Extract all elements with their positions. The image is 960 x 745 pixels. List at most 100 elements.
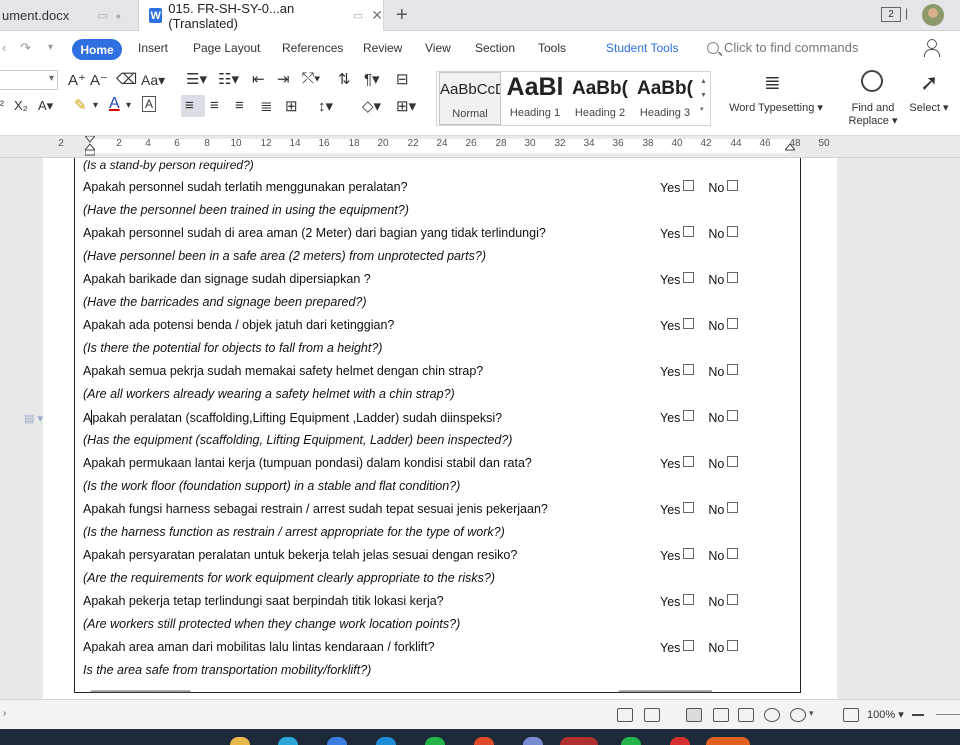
- menu-section[interactable]: Section: [475, 41, 515, 55]
- dropdown-icon[interactable]: ▾: [48, 42, 53, 53]
- horizontal-ruler[interactable]: 2 2 4 6 8 10 12 14 16 18 20 22 24 26 28 30 32 34 36 38 40 42 4…: [0, 136, 960, 158]
- window-icon[interactable]: ▭: [353, 9, 363, 22]
- zoom-slider[interactable]: [936, 714, 960, 715]
- font-color-icon[interactable]: A: [109, 95, 120, 113]
- dropdown-icon[interactable]: ▾: [126, 100, 131, 111]
- yes-checkbox[interactable]: [683, 548, 695, 559]
- tab-stops-icon[interactable]: ⊟: [396, 70, 409, 88]
- yes-checkbox[interactable]: [683, 364, 695, 375]
- no-checkbox[interactable]: [727, 640, 739, 651]
- app-icon[interactable]: [706, 737, 750, 745]
- zoom-level[interactable]: 100% ▾: [867, 708, 904, 721]
- no-checkbox[interactable]: [727, 180, 739, 191]
- focus-mode-icon[interactable]: [644, 708, 660, 722]
- clear-format-icon[interactable]: ⌫: [116, 70, 137, 88]
- navigation-icon[interactable]: ▤ ▾: [24, 412, 43, 425]
- whatsapp-icon[interactable]: [425, 737, 445, 745]
- align-center-icon[interactable]: ≡: [210, 97, 219, 114]
- no-checkbox[interactable]: [727, 226, 739, 237]
- decrease-indent-icon[interactable]: ⇤: [252, 70, 265, 88]
- styles-scroll[interactable]: ▲ ▼ ▾: [700, 75, 709, 117]
- menu-review[interactable]: Review: [363, 41, 402, 55]
- chevron-right-icon[interactable]: ›: [3, 708, 6, 719]
- yes-checkbox[interactable]: [683, 456, 695, 467]
- word-typesetting-button[interactable]: Word Typesetting ▾: [724, 102, 828, 115]
- yes-checkbox[interactable]: [683, 226, 695, 237]
- person-icon[interactable]: [922, 39, 940, 57]
- menu-tools[interactable]: Tools: [538, 41, 566, 55]
- document-tab-active[interactable]: W 015. FR-SH-SY-0...an (Translated) ▭ ✕: [138, 0, 384, 31]
- no-checkbox[interactable]: [727, 364, 739, 375]
- read-mode-icon[interactable]: [617, 708, 633, 722]
- highlight-icon[interactable]: ✎: [74, 96, 87, 114]
- paragraph-mark-icon[interactable]: ¶▾: [364, 70, 380, 88]
- text-effect-icon[interactable]: A▾: [38, 98, 53, 114]
- numbering-icon[interactable]: ☷▾: [218, 70, 239, 88]
- yes-checkbox[interactable]: [683, 502, 695, 513]
- select-button[interactable]: Select ▾: [906, 102, 952, 115]
- zoom-out-icon[interactable]: [912, 714, 924, 716]
- no-checkbox[interactable]: [727, 272, 739, 283]
- menu-home[interactable]: Home: [72, 39, 122, 60]
- change-case-icon[interactable]: Aa▾: [141, 72, 165, 89]
- yes-checkbox[interactable]: [683, 640, 695, 651]
- fit-page-icon[interactable]: [843, 708, 859, 722]
- app-icon[interactable]: [621, 737, 641, 745]
- document-page[interactable]: (Is a stand-by person required?) Apakah …: [43, 158, 837, 699]
- indent-marker-icon[interactable]: [85, 136, 95, 156]
- no-checkbox[interactable]: [727, 502, 739, 513]
- app-icon[interactable]: [670, 737, 690, 745]
- page-view-icon[interactable]: [686, 708, 702, 722]
- align-right-icon[interactable]: ≡: [235, 97, 244, 114]
- justify-icon[interactable]: ≣: [260, 97, 273, 115]
- style-normal[interactable]: AaBbCcD Normal: [439, 72, 501, 125]
- font-size-select[interactable]: [0, 70, 58, 90]
- app-icon[interactable]: [474, 737, 494, 745]
- menu-page-layout[interactable]: Page Layout: [193, 41, 260, 55]
- increase-indent-icon[interactable]: ⇥: [277, 70, 290, 88]
- style-heading-3[interactable]: AaBb( Heading 3: [633, 72, 697, 125]
- document-tab-inactive[interactable]: ument.docx ▭ ●: [0, 0, 135, 31]
- dropdown-icon[interactable]: ▾: [809, 708, 814, 719]
- distribute-icon[interactable]: ⊞: [285, 97, 298, 115]
- sort-icon[interactable]: ⇅: [338, 70, 351, 88]
- style-heading-2[interactable]: AaBb( Heading 2: [567, 72, 633, 125]
- no-checkbox[interactable]: [727, 456, 739, 467]
- app-icon[interactable]: [523, 737, 543, 745]
- find-replace-button[interactable]: Find and Replace ▾: [846, 102, 900, 128]
- app-icon[interactable]: [327, 737, 347, 745]
- right-indent-marker-icon[interactable]: [785, 136, 795, 156]
- shading-icon[interactable]: ◇▾: [362, 97, 381, 115]
- yes-checkbox[interactable]: [683, 594, 695, 605]
- bullets-icon[interactable]: ☰▾: [186, 70, 207, 88]
- find-commands-search[interactable]: Click to find commands: [707, 40, 858, 55]
- yes-checkbox[interactable]: [683, 272, 695, 283]
- borders-icon[interactable]: ⊞▾: [396, 97, 416, 115]
- reading-view-icon[interactable]: [738, 708, 754, 722]
- text-direction-icon[interactable]: ⤲▾: [302, 70, 320, 87]
- yes-checkbox[interactable]: [683, 180, 695, 191]
- new-tab-button[interactable]: +: [396, 4, 408, 27]
- close-icon[interactable]: ✕: [371, 7, 383, 24]
- undo-icon[interactable]: ‹: [2, 40, 6, 55]
- menu-references[interactable]: References: [282, 41, 343, 55]
- superscript-icon[interactable]: ²: [0, 98, 4, 112]
- dropdown-icon[interactable]: ▾: [93, 100, 98, 111]
- line-spacing-icon[interactable]: ↕▾: [318, 97, 333, 115]
- window-count-badge[interactable]: 2: [881, 7, 901, 22]
- avatar[interactable]: [922, 4, 944, 26]
- grow-font-icon[interactable]: A⁺: [68, 71, 86, 89]
- wps-taskbar-icon[interactable]: [560, 737, 598, 745]
- yes-checkbox[interactable]: [683, 318, 695, 329]
- no-checkbox[interactable]: [727, 318, 739, 329]
- no-checkbox[interactable]: [727, 410, 739, 421]
- folder-icon[interactable]: [230, 737, 250, 745]
- subscript-icon[interactable]: X₂: [14, 98, 28, 113]
- char-border-icon[interactable]: A: [142, 96, 157, 112]
- no-checkbox[interactable]: [727, 594, 739, 605]
- web-view-icon[interactable]: [764, 708, 780, 722]
- shrink-font-icon[interactable]: A⁻: [90, 71, 108, 89]
- style-heading-1[interactable]: AaBl Heading 1: [503, 72, 567, 125]
- outline-view-icon[interactable]: [713, 708, 729, 722]
- redo-icon[interactable]: ↷: [20, 40, 31, 56]
